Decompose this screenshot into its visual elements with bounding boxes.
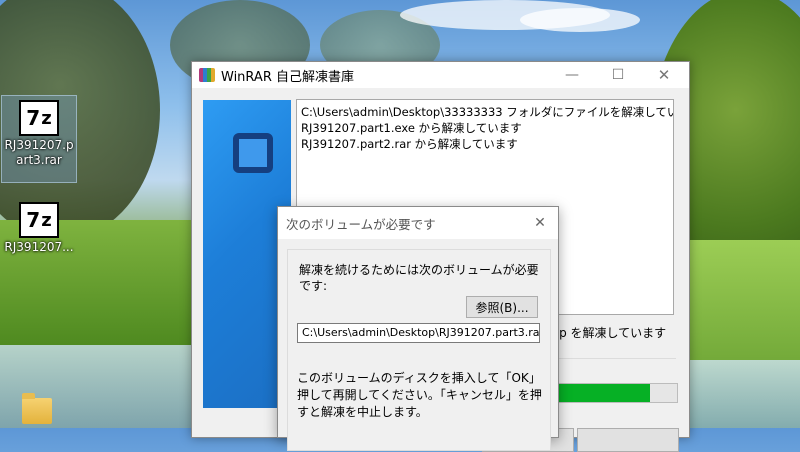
- winrar-app-icon: [199, 68, 215, 82]
- 7z-archive-icon: 7z: [19, 202, 59, 238]
- browse-button[interactable]: 参照(B)...: [466, 296, 538, 318]
- folder-icon[interactable]: [22, 393, 52, 424]
- dialog-body: 解凍を続けるためには次のボリュームが必要です: 参照(B)... C:\User…: [287, 249, 551, 451]
- log-line: RJ391207.part1.exe から解凍しています: [301, 121, 522, 135]
- dialog-message: 解凍を続けるためには次のボリュームが必要です:: [299, 263, 539, 293]
- next-volume-dialog: 次のボリュームが必要です ✕ 解凍を続けるためには次のボリュームが必要です: 参…: [277, 206, 559, 451]
- window-title: WinRAR 自己解凍書庫: [221, 69, 354, 85]
- minimize-button[interactable]: —: [549, 62, 595, 88]
- progress-bar: [552, 383, 678, 403]
- divider: [552, 358, 676, 359]
- desktop-icon-label: RJ391207.part3.rar: [4, 138, 74, 167]
- dialog-close-icon[interactable]: ✕: [528, 211, 552, 235]
- maximize-button[interactable]: ☐: [595, 62, 641, 88]
- log-line: RJ391207.part2.rar から解凍しています: [301, 137, 518, 151]
- status-text: vp を解凍しています: [552, 326, 667, 340]
- cloud: [520, 8, 640, 32]
- square-logo-icon: [233, 133, 273, 173]
- dialog-title-bar[interactable]: 次のボリュームが必要です ✕: [278, 207, 558, 239]
- desktop-icon-archive[interactable]: 7z RJ391207...: [2, 198, 76, 255]
- dialog-info-text: このボリュームのディスクを挿入して「OK」押して再開してください。「キャンセル」…: [297, 371, 542, 419]
- lake-right: [690, 360, 800, 428]
- 7z-archive-icon: 7z: [19, 100, 59, 136]
- title-bar[interactable]: WinRAR 自己解凍書庫 — ☐ ✕: [192, 62, 689, 88]
- volume-path-input[interactable]: C:\Users\admin\Desktop\RJ391207.part3.ra…: [297, 323, 540, 343]
- progress-fill: [553, 384, 650, 402]
- dialog-title: 次のボリュームが必要です: [286, 216, 436, 232]
- desktop-icon-part3[interactable]: 7z RJ391207.part3.rar: [1, 95, 77, 183]
- close-button[interactable]: ✕: [641, 62, 687, 88]
- window-button[interactable]: [577, 428, 679, 452]
- desktop-icon-label: RJ391207...: [4, 240, 74, 254]
- log-line: C:\Users\admin\Desktop\33333333 フォルダにファイ…: [301, 105, 674, 119]
